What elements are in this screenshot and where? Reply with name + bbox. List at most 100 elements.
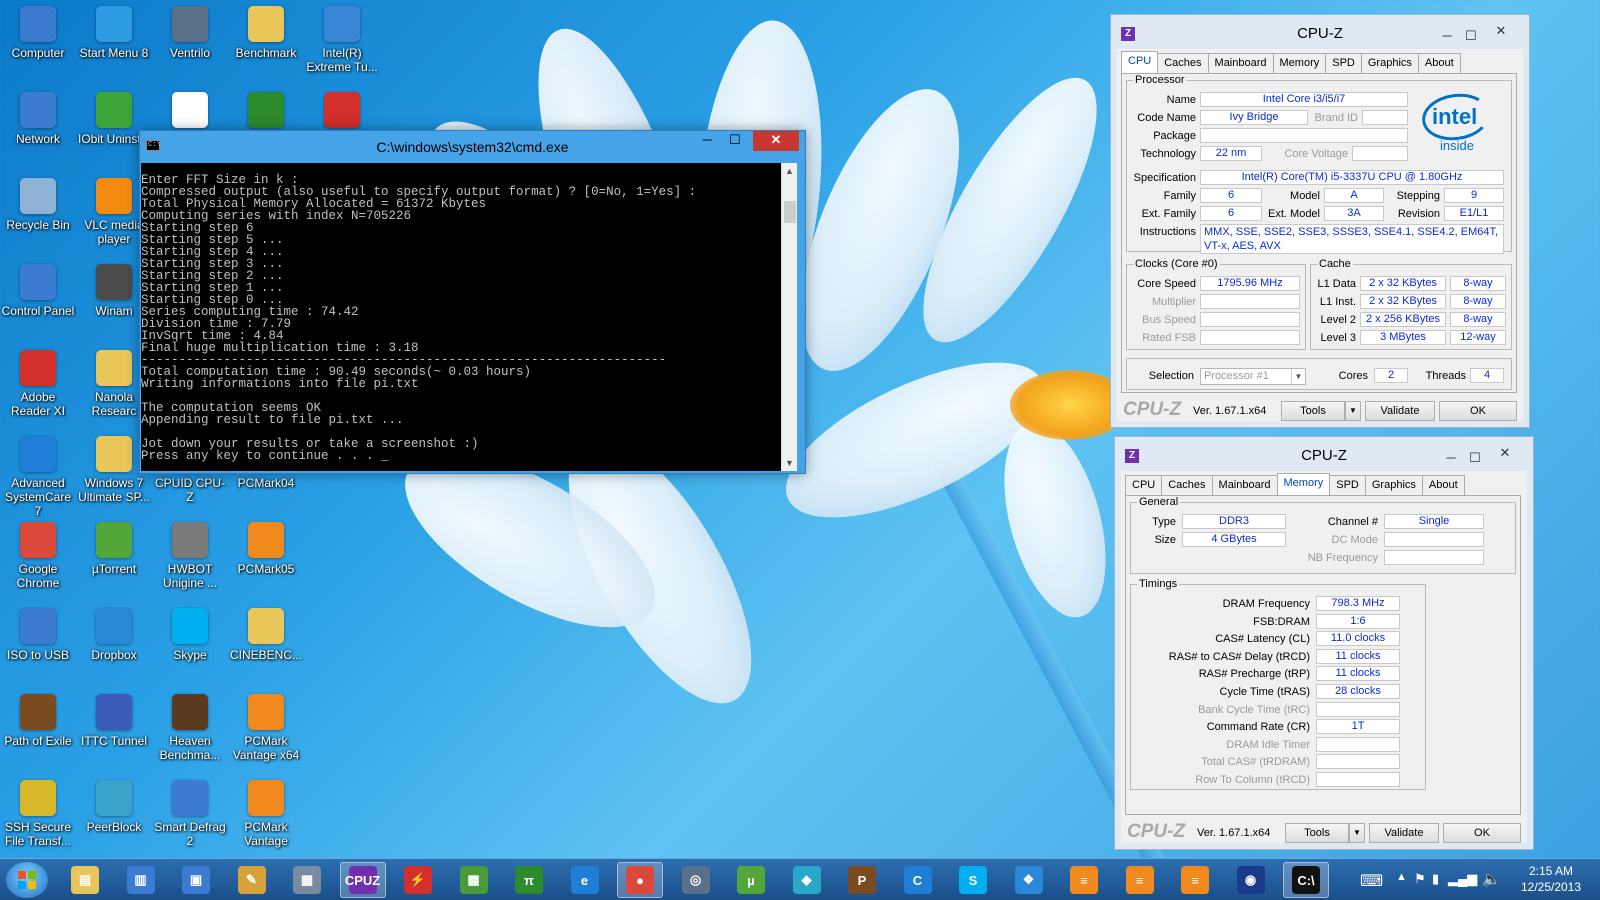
taskbar-item[interactable]: e: [562, 862, 608, 898]
tools-dropdown-icon[interactable]: ▼: [1349, 823, 1365, 843]
desktop-icon[interactable]: Recycle Bin: [0, 178, 76, 232]
desktop-icon[interactable]: PeerBlock: [76, 780, 152, 834]
validate-button[interactable]: Validate: [1365, 401, 1435, 421]
taskbar-item[interactable]: S: [950, 862, 996, 898]
taskbar-item[interactable]: P: [839, 862, 885, 898]
tab-cpu[interactable]: CPU: [1121, 51, 1159, 73]
taskbar-item[interactable]: ▩: [451, 862, 497, 898]
close-button[interactable]: ✕: [1483, 443, 1527, 463]
console-scrollbar[interactable]: ▲ ▼: [781, 163, 797, 471]
desktop-icon[interactable]: CINEBENC...: [228, 608, 304, 662]
desktop-icon[interactable]: [228, 92, 304, 132]
taskbar-item[interactable]: µ: [728, 862, 774, 898]
desktop-icon[interactable]: Heaven Benchma...: [152, 694, 228, 762]
desktop-icon[interactable]: PCMark Vantage: [228, 780, 304, 848]
validate-button[interactable]: Validate: [1369, 823, 1439, 843]
tab-about[interactable]: About: [1421, 475, 1465, 495]
desktop-icon[interactable]: Network: [0, 92, 76, 146]
action-center-icon[interactable]: ⚑: [1414, 871, 1426, 887]
tab-spd[interactable]: SPD: [1329, 475, 1366, 495]
cpuz-titlebar[interactable]: Z CPU-Z ─ ☐ ✕: [1117, 21, 1523, 49]
minimize-button[interactable]: ─: [1439, 445, 1463, 471]
tab-memory[interactable]: Memory: [1272, 53, 1327, 73]
desktop-icon[interactable]: Skype: [152, 608, 228, 662]
cpuz-cpu-window[interactable]: Z CPU-Z ─ ☐ ✕ CPU Caches Mainboard Memory SP…: [1110, 14, 1530, 428]
scroll-up-icon[interactable]: ▲: [782, 163, 797, 179]
keyboard-icon[interactable]: ⌨: [1360, 871, 1383, 891]
taskbar-item[interactable]: ▤: [62, 862, 108, 898]
battery-icon[interactable]: ▮: [1432, 871, 1439, 887]
cmd-titlebar[interactable]: C:\ C:\windows\system32\cmd.exe ─ ☐ ✕: [140, 131, 805, 163]
tools-dropdown-icon[interactable]: ▼: [1345, 401, 1361, 421]
show-hidden-icons-icon[interactable]: ▲: [1396, 871, 1407, 883]
ok-button[interactable]: OK: [1439, 401, 1517, 421]
taskbar-item[interactable]: ●: [617, 862, 663, 898]
desktop-icon[interactable]: Path of Exile: [0, 694, 76, 748]
tab-cpu[interactable]: CPU: [1125, 475, 1163, 495]
taskbar-item[interactable]: ✎: [229, 862, 275, 898]
desktop-icon[interactable]: Computer: [0, 6, 76, 60]
desktop-icon[interactable]: Control Panel: [0, 264, 76, 318]
taskbar-item[interactable]: ▦: [284, 862, 330, 898]
taskbar-item[interactable]: ◆: [784, 862, 830, 898]
taskbar-item[interactable]: ◎: [673, 862, 719, 898]
taskbar-item[interactable]: ≡: [1117, 862, 1163, 898]
cpuz-titlebar[interactable]: Z CPU-Z ─ ☐ ✕: [1121, 443, 1527, 471]
tab-memory[interactable]: Memory: [1276, 473, 1331, 495]
scroll-down-icon[interactable]: ▼: [782, 455, 797, 471]
ok-button[interactable]: OK: [1443, 823, 1521, 843]
tab-graphics[interactable]: Graphics: [1360, 53, 1419, 73]
tab-mainboard[interactable]: Mainboard: [1207, 53, 1274, 73]
start-button[interactable]: [6, 862, 48, 898]
desktop-icon[interactable]: Benchmark: [228, 6, 304, 60]
tab-about[interactable]: About: [1417, 53, 1461, 73]
taskbar-item[interactable]: ▥: [118, 862, 164, 898]
desktop-icon[interactable]: Google Chrome: [0, 522, 76, 590]
taskbar-item[interactable]: ◉: [1228, 862, 1274, 898]
taskbar-item[interactable]: ≡: [1061, 862, 1107, 898]
cpuz-memory-window[interactable]: Z CPU-Z ─ ☐ ✕ CPU Caches Mainboard Memory SP…: [1114, 436, 1534, 850]
processor-select[interactable]: Processor #1 ▼: [1200, 368, 1306, 385]
desktop-icon[interactable]: Ventrilo: [152, 6, 228, 60]
taskbar-item[interactable]: CPUZ: [339, 862, 386, 898]
desktop-icon[interactable]: HWBOT Unigine ...: [152, 522, 228, 590]
desktop-icon[interactable]: PCMark05: [228, 522, 304, 576]
desktop-icon[interactable]: Start Menu 8: [76, 6, 152, 60]
taskbar-item[interactable]: ❖: [1006, 862, 1052, 898]
close-button[interactable]: ✕: [753, 131, 799, 151]
desktop-icon[interactable]: PCMark Vantage x64: [228, 694, 304, 762]
tools-button[interactable]: Tools: [1285, 823, 1349, 843]
tab-graphics[interactable]: Graphics: [1364, 475, 1423, 495]
desktop-icon[interactable]: ISO to USB: [0, 608, 76, 662]
scroll-thumb[interactable]: [784, 201, 796, 223]
tab-caches[interactable]: Caches: [1161, 475, 1213, 495]
close-button[interactable]: ✕: [1479, 21, 1523, 41]
taskbar-item[interactable]: ▣: [173, 862, 219, 898]
taskbar-item[interactable]: C: [895, 862, 941, 898]
desktop-icon[interactable]: [152, 92, 228, 132]
desktop-icon[interactable]: Adobe Reader XI: [0, 350, 76, 418]
network-signal-icon[interactable]: ▂▄▆: [1448, 871, 1477, 887]
tab-caches[interactable]: Caches: [1157, 53, 1209, 73]
desktop-icon[interactable]: Intel(R) Extreme Tu...: [304, 6, 380, 74]
taskbar-item[interactable]: ≡: [1172, 862, 1218, 898]
desktop-icon[interactable]: Smart Defrag 2: [152, 780, 228, 848]
desktop-icon[interactable]: Advanced SystemCare 7: [0, 436, 76, 518]
taskbar-item[interactable]: π: [506, 862, 552, 898]
taskbar-item[interactable]: C:\: [1283, 862, 1329, 898]
clock[interactable]: 2:15 AM 12/25/2013: [1516, 863, 1586, 895]
tab-mainboard[interactable]: Mainboard: [1211, 475, 1278, 495]
tab-spd[interactable]: SPD: [1325, 53, 1362, 73]
desktop-icon[interactable]: Dropbox: [76, 608, 152, 662]
tools-button[interactable]: Tools: [1281, 401, 1345, 421]
desktop-icon[interactable]: SSH Secure File Transf...: [0, 780, 76, 848]
cmd-window[interactable]: C:\ C:\windows\system32\cmd.exe ─ ☐ ✕ En…: [139, 130, 806, 474]
desktop-icon[interactable]: [304, 92, 380, 132]
taskbar-item[interactable]: ⚡: [395, 862, 441, 898]
minimize-button[interactable]: ─: [1435, 23, 1459, 49]
desktop-icon[interactable]: µTorrent: [76, 522, 152, 576]
console-output[interactable]: Enter FFT Size in k : Compressed output (…: [141, 163, 784, 471]
minimize-button[interactable]: ─: [693, 131, 721, 151]
volume-icon[interactable]: 🔈: [1482, 870, 1501, 888]
maximize-button[interactable]: ☐: [721, 131, 749, 151]
